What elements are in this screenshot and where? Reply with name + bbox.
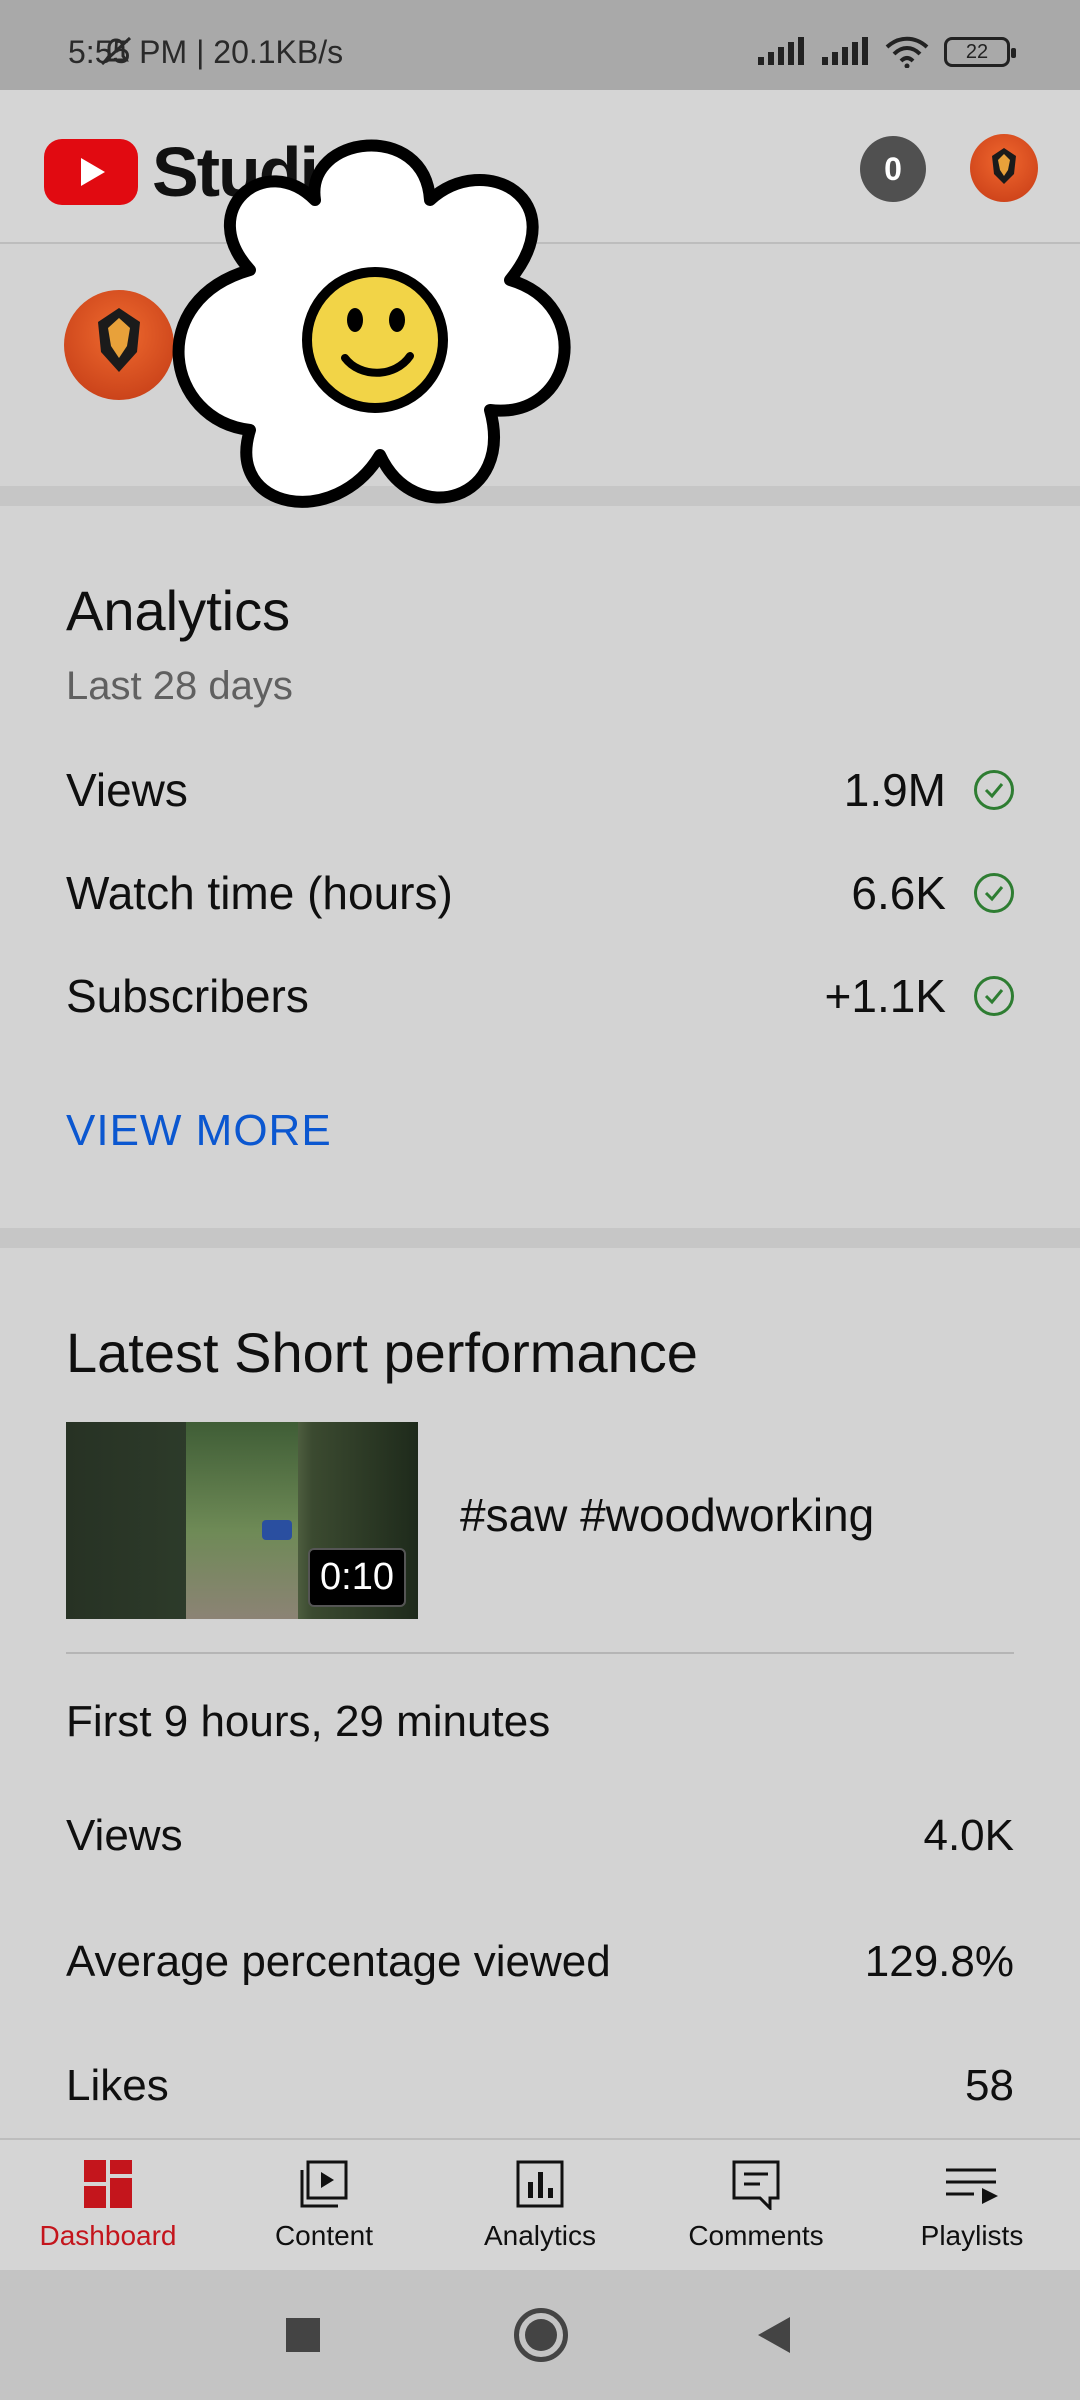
- analytics-icon: [512, 2158, 568, 2210]
- home-button[interactable]: [514, 2308, 568, 2362]
- row-label: Views: [66, 1811, 183, 1860]
- nav-comments[interactable]: Comments: [656, 2158, 856, 2252]
- flower-sticker: [172, 139, 571, 508]
- home-dot: [525, 2319, 557, 2351]
- nav-label: Content: [274, 2220, 374, 2251]
- duration-badge: 0:10: [308, 1548, 406, 1607]
- status-bar: 5:55 PM | 20.1KB/s 22: [0, 0, 1080, 90]
- view-more-link[interactable]: VIEW MORE: [66, 1106, 332, 1156]
- nav-label: Dashboard: [39, 2220, 177, 2251]
- muted-bell-icon: [100, 36, 132, 66]
- analytics-row-subscribers: Subscribers +1.1K: [66, 966, 1014, 1026]
- battery-indicator: 22: [944, 37, 1016, 67]
- notifications-button[interactable]: 0: [860, 136, 926, 202]
- thumbnail-figure: [262, 1520, 292, 1540]
- wifi-icon: [885, 36, 929, 68]
- nav-playlists[interactable]: Playlists: [872, 2158, 1072, 2252]
- row-value: 58: [965, 2061, 1014, 2110]
- row-value: 1.9M: [843, 764, 946, 816]
- separator: [66, 1652, 1014, 1654]
- nav-label: Playlists: [920, 2220, 1024, 2251]
- row-label: Watch time (hours): [66, 867, 453, 919]
- latest-short-title: Latest Short performance: [66, 1321, 698, 1384]
- row-label: Subscribers: [66, 970, 309, 1022]
- back-button[interactable]: [754, 2313, 794, 2357]
- row-label: Views: [66, 764, 188, 816]
- check-circle-icon: [974, 873, 1014, 913]
- status-icons: 22: [100, 36, 1016, 68]
- short-thumbnail[interactable]: 0:10: [66, 1422, 418, 1619]
- short-period: First 9 hours, 29 minutes: [66, 1692, 1014, 1752]
- content-icon: [296, 2158, 352, 2210]
- short-row-avg-viewed: Average percentage viewed 129.8%: [66, 1932, 1014, 1992]
- short-row-likes: Likes 58: [66, 2056, 1014, 2116]
- playlists-icon: [944, 2158, 1000, 2210]
- analytics-period: Last 28 days: [66, 664, 293, 708]
- row-value: 129.8%: [864, 1937, 1014, 1986]
- nav-dashboard[interactable]: Dashboard: [8, 2158, 208, 2252]
- comments-icon: [728, 2158, 784, 2210]
- nav-label: Analytics: [483, 2220, 597, 2251]
- short-row-views: Views 4.0K: [66, 1806, 1014, 1866]
- analytics-row-watch-time: Watch time (hours) 6.6K: [66, 863, 1014, 923]
- nav-label: Comments: [688, 2220, 824, 2251]
- signal-icon: [758, 37, 804, 65]
- row-value: 6.6K: [851, 867, 946, 919]
- row-value: 4.0K: [923, 1811, 1014, 1860]
- recents-button[interactable]: [286, 2318, 320, 2352]
- section-divider: [0, 1228, 1080, 1248]
- latest-short-card: Latest Short performance 0:10 #saw #wood…: [0, 1248, 1080, 2138]
- short-title[interactable]: #saw #woodworking: [460, 1488, 874, 1542]
- row-value: +1.1K: [824, 970, 947, 1022]
- analytics-title: Analytics: [66, 579, 291, 642]
- youtube-play-icon: [44, 139, 138, 205]
- nav-analytics[interactable]: Analytics: [440, 2158, 640, 2252]
- nav-content[interactable]: Content: [224, 2158, 424, 2252]
- signal-icon: [822, 37, 868, 65]
- check-circle-icon: [974, 770, 1014, 810]
- system-navigation-bar: [0, 2270, 1080, 2400]
- row-label: Average percentage viewed: [66, 1937, 611, 1986]
- bottom-navigation: Dashboard Content Analytics Comments Pla…: [0, 2138, 1080, 2270]
- dashboard-icon: [80, 2158, 136, 2210]
- analytics-row-views: Views 1.9M: [66, 760, 1014, 820]
- check-circle-icon: [974, 976, 1014, 1016]
- period-label: First 9 hours, 29 minutes: [66, 1697, 551, 1746]
- account-avatar[interactable]: [970, 134, 1038, 202]
- analytics-card: Analytics Last 28 days Views 1.9M Watch …: [0, 506, 1080, 1226]
- row-label: Likes: [66, 2061, 169, 2110]
